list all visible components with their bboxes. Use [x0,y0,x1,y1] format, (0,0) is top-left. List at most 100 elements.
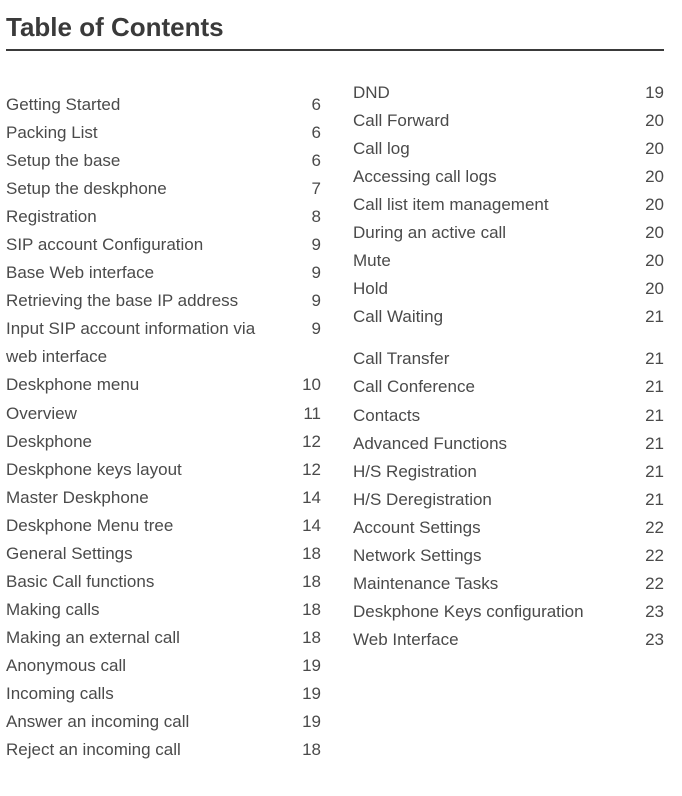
toc-entry-label: H/S Registration [349,458,636,486]
toc-entry-page: 9 [293,315,321,343]
toc-entry-label: Packing List [6,119,293,147]
toc-entry-page: 21 [636,430,664,458]
toc-entry: Accessing call logs20 [349,163,664,191]
toc-entry-label: Answer an incoming call [6,708,293,736]
toc-entry: Call Transfer21 [349,345,664,373]
toc-entry: Hold20 [349,275,664,303]
toc-entry-page: 7 [293,175,321,203]
toc-entry: General Settings18 [6,540,321,568]
toc-entry-label: Call list item management [349,191,636,219]
toc-entry-label: Setup the base [6,147,293,175]
toc-entry-label: Maintenance Tasks [349,570,636,598]
toc-entry: Packing List6 [6,119,321,147]
toc-entry-label: Accessing call logs [349,163,636,191]
toc-entry-label: Contacts [349,402,636,430]
toc-entry: Call list item management20 [349,191,664,219]
toc-column-right: DND19Call Forward20Call log20Accessing c… [349,79,664,764]
toc-entry-label: Retrieving the base IP address [6,287,293,315]
toc-entry-label: Call Waiting [349,303,636,331]
toc-entry: Basic Call functions18 [6,568,321,596]
toc-entry: Call log20 [349,135,664,163]
toc-entry-page: 14 [293,484,321,512]
toc-columns: Getting Started6Packing List6Setup the b… [6,79,664,764]
toc-entry: Input SIP account information via web in… [6,315,321,371]
toc-entry-label: Anonymous call [6,652,293,680]
toc-entry-page: 6 [293,119,321,147]
toc-entry-page: 18 [293,596,321,624]
toc-entry: Advanced Functions21 [349,430,664,458]
toc-entry-label: During an active call [349,219,636,247]
toc-entry-page: 20 [636,191,664,219]
toc-entry-label: Getting Started [6,91,293,119]
toc-entry: Making an external call18 [6,624,321,652]
toc-entry-label: Advanced Functions [349,430,636,458]
toc-entry: During an active call20 [349,219,664,247]
toc-entry-label: General Settings [6,540,293,568]
toc-entry: Registration8 [6,203,321,231]
toc-entry: Deskphone12 [6,428,321,456]
toc-entry: Deskphone menu10 [6,371,321,399]
toc-entry: Answer an incoming call19 [6,708,321,736]
toc-entry-page: 21 [636,402,664,430]
toc-column-left: Getting Started6Packing List6Setup the b… [6,79,321,764]
toc-entry: Call Forward20 [349,107,664,135]
toc-entry-page: 9 [293,287,321,315]
toc-entry-label: Deskphone keys layout [6,456,293,484]
toc-entry-page: 20 [636,247,664,275]
toc-entry: Anonymous call19 [6,652,321,680]
toc-entry-page: 19 [293,708,321,736]
toc-entry: Retrieving the base IP address9 [6,287,321,315]
toc-entry: Setup the base6 [6,147,321,175]
page-title: Table of Contents [6,12,664,51]
toc-entry-label: Reject an incoming call [6,736,293,764]
toc-entry: Incoming calls19 [6,680,321,708]
toc-entry-label: Call Conference [349,373,636,401]
toc-entry-page: 19 [293,652,321,680]
toc-entry-label: Call Transfer [349,345,636,373]
toc-entry-page: 20 [636,275,664,303]
toc-column-right-bottom: Call Transfer21Call Conference21Contacts… [349,345,664,654]
toc-entry-label: DND [349,79,636,107]
toc-entry-page: 20 [636,163,664,191]
toc-entry: Network Settings22 [349,542,664,570]
toc-entry-page: 12 [293,456,321,484]
toc-entry: Getting Started6 [6,91,321,119]
toc-entry-label: Overview [6,400,293,428]
toc-entry: Call Waiting21 [349,303,664,331]
toc-entry-label: Hold [349,275,636,303]
toc-entry-label: Master Deskphone [6,484,293,512]
toc-entry-label: Account Settings [349,514,636,542]
toc-entry-page: 6 [293,147,321,175]
toc-entry-label: Call Forward [349,107,636,135]
toc-entry-label: Deskphone menu [6,371,293,399]
toc-entry-label: Deskphone Menu tree [6,512,293,540]
toc-entry-page: 19 [636,79,664,107]
toc-entry-label: Registration [6,203,293,231]
toc-entry-page: 21 [636,303,664,331]
toc-entry-label: Setup the deskphone [6,175,293,203]
toc-entry: H/S Registration21 [349,458,664,486]
toc-entry: Maintenance Tasks22 [349,570,664,598]
toc-entry-page: 23 [636,626,664,654]
toc-entry: Setup the deskphone7 [6,175,321,203]
toc-entry-page: 20 [636,219,664,247]
toc-entry-label: Deskphone [6,428,293,456]
toc-entry-page: 19 [293,680,321,708]
toc-entry: Mute20 [349,247,664,275]
toc-entry-page: 12 [293,428,321,456]
toc-entry-page: 20 [636,135,664,163]
toc-entry: Web Interface23 [349,626,664,654]
toc-entry-page: 10 [293,371,321,399]
toc-entry-page: 22 [636,570,664,598]
toc-entry: Making calls18 [6,596,321,624]
toc-entry-page: 9 [293,259,321,287]
toc-entry: Deskphone Menu tree14 [6,512,321,540]
toc-column-right-top: DND19Call Forward20Call log20Accessing c… [349,79,664,331]
toc-entry-label: SIP account Configuration [6,231,293,259]
toc-entry-page: 14 [293,512,321,540]
toc-entry-label: H/S Deregistration [349,486,636,514]
toc-entry-page: 18 [293,568,321,596]
toc-entry: Overview11 [6,400,321,428]
toc-entry-page: 21 [636,486,664,514]
toc-entry-page: 18 [293,624,321,652]
